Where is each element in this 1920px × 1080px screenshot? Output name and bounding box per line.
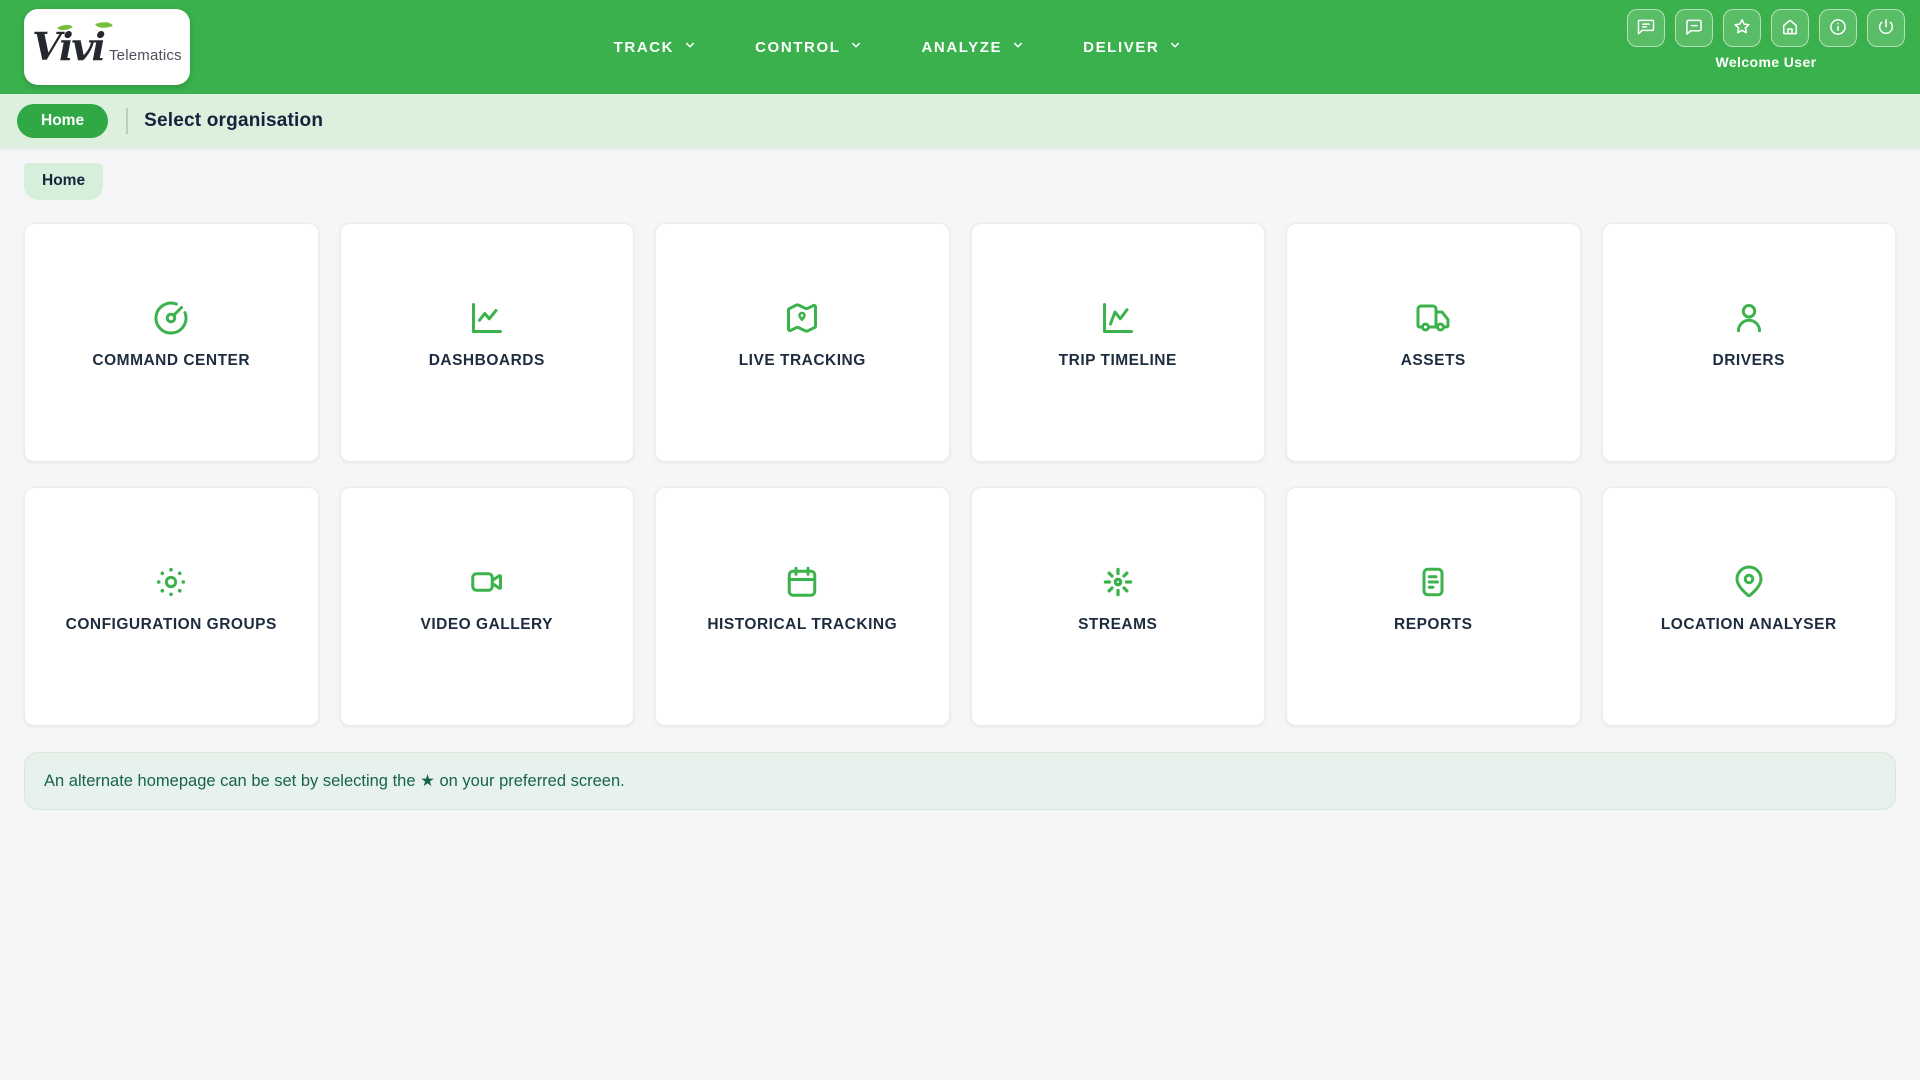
chat-button[interactable] bbox=[1675, 9, 1713, 47]
welcome-user-text: Welcome User bbox=[1715, 54, 1817, 70]
brand-suffix: Telematics bbox=[108, 47, 182, 64]
feedback-button[interactable] bbox=[1627, 9, 1665, 47]
homepage-note-bar: An alternate homepage can be set by sele… bbox=[24, 752, 1896, 810]
gauge-icon bbox=[153, 300, 189, 336]
card-label: TRIP TIMELINE bbox=[1058, 351, 1177, 369]
card-trip-timeline[interactable]: TRIP TIMELINE bbox=[970, 223, 1265, 462]
home-pill-button[interactable]: Home bbox=[17, 104, 109, 138]
brand-name: Vivi bbox=[32, 24, 106, 69]
main-nav: TRACK CONTROL ANALYZE DELIVER bbox=[614, 38, 1183, 56]
chat-icon bbox=[1684, 17, 1704, 40]
card-label: LIVE TRACKING bbox=[738, 351, 866, 369]
map-with-pin-icon bbox=[784, 300, 820, 336]
brand-logo-inner: Vivi Telematics bbox=[32, 18, 182, 69]
header-icon-row bbox=[1627, 9, 1905, 47]
nav-item-label: CONTROL bbox=[755, 38, 841, 56]
nav-item-label: ANALYZE bbox=[921, 38, 1003, 56]
star-icon bbox=[1732, 17, 1752, 40]
dotted-ring-icon bbox=[153, 564, 189, 600]
card-drivers[interactable]: DRIVERS bbox=[1601, 223, 1896, 462]
logout-button[interactable] bbox=[1867, 9, 1905, 47]
sub-header: Home Select organisation bbox=[0, 94, 1920, 148]
nav-item-label: DELIVER bbox=[1083, 38, 1160, 56]
line-chart-icon bbox=[469, 300, 505, 336]
card-label: DASHBOARDS bbox=[428, 351, 545, 369]
nav-item-track[interactable]: TRACK bbox=[614, 38, 698, 56]
map-pin-icon bbox=[1731, 564, 1767, 600]
divider bbox=[126, 108, 129, 134]
homepage-note-text: An alternate homepage can be set by sele… bbox=[44, 772, 625, 790]
nav-item-analyze[interactable]: ANALYZE bbox=[921, 38, 1025, 56]
video-camera-icon bbox=[469, 564, 505, 600]
power-icon bbox=[1876, 17, 1896, 40]
trend-chart-icon bbox=[1100, 300, 1136, 336]
app-header: Vivi Telematics TRACK CONTROL ANALYZE DE… bbox=[0, 0, 1920, 94]
chevron-down-icon bbox=[683, 38, 697, 56]
home-button[interactable] bbox=[1771, 9, 1809, 47]
card-dashboards[interactable]: DASHBOARDS bbox=[339, 223, 634, 462]
feature-card-grid: COMMAND CENTER DASHBOARDS LIVE TRACKING … bbox=[24, 223, 1896, 726]
card-label: DRIVERS bbox=[1712, 351, 1785, 369]
info-icon bbox=[1828, 17, 1848, 40]
brand-logo[interactable]: Vivi Telematics bbox=[24, 9, 190, 85]
radiating-dot-icon bbox=[1100, 564, 1136, 600]
card-assets[interactable]: ASSETS bbox=[1286, 223, 1581, 462]
tab-home[interactable]: Home bbox=[24, 163, 104, 200]
card-label: LOCATION ANALYSER bbox=[1660, 615, 1837, 633]
card-reports[interactable]: REPORTS bbox=[1286, 487, 1581, 726]
info-button[interactable] bbox=[1819, 9, 1857, 47]
card-label: HISTORICAL TRACKING bbox=[707, 615, 898, 633]
card-label: ASSETS bbox=[1400, 351, 1466, 369]
card-command-center[interactable]: COMMAND CENTER bbox=[24, 223, 319, 462]
card-location-analyser[interactable]: LOCATION ANALYSER bbox=[1601, 487, 1896, 726]
nav-item-control[interactable]: CONTROL bbox=[755, 38, 863, 56]
card-configuration-groups[interactable]: CONFIGURATION GROUPS bbox=[24, 487, 319, 726]
card-label: REPORTS bbox=[1394, 615, 1473, 633]
chevron-down-icon bbox=[849, 38, 863, 56]
page-title: Select organisation bbox=[144, 110, 324, 131]
truck-icon bbox=[1415, 300, 1451, 336]
favorite-button[interactable] bbox=[1723, 9, 1761, 47]
card-historical-tracking[interactable]: HISTORICAL TRACKING bbox=[655, 487, 950, 726]
chevron-down-icon bbox=[1168, 38, 1182, 56]
card-live-tracking[interactable]: LIVE TRACKING bbox=[655, 223, 950, 462]
card-label: COMMAND CENTER bbox=[92, 351, 251, 369]
nav-item-label: TRACK bbox=[613, 38, 675, 56]
card-video-gallery[interactable]: VIDEO GALLERY bbox=[339, 487, 634, 726]
chevron-down-icon bbox=[1011, 38, 1025, 56]
nav-item-deliver[interactable]: DELIVER bbox=[1083, 38, 1182, 56]
card-label: STREAMS bbox=[1078, 615, 1158, 633]
user-icon bbox=[1731, 300, 1767, 336]
card-label: CONFIGURATION GROUPS bbox=[65, 615, 277, 633]
header-right: Welcome User bbox=[1627, 9, 1905, 70]
card-label: VIDEO GALLERY bbox=[420, 615, 554, 633]
feedback-icon bbox=[1636, 17, 1656, 40]
main-area: Home COMMAND CENTER DASHBOARDS LIVE TRAC… bbox=[0, 148, 1920, 810]
report-document-icon bbox=[1415, 564, 1451, 600]
home-icon bbox=[1780, 17, 1800, 40]
calendar-icon bbox=[784, 564, 820, 600]
card-streams[interactable]: STREAMS bbox=[970, 487, 1265, 726]
